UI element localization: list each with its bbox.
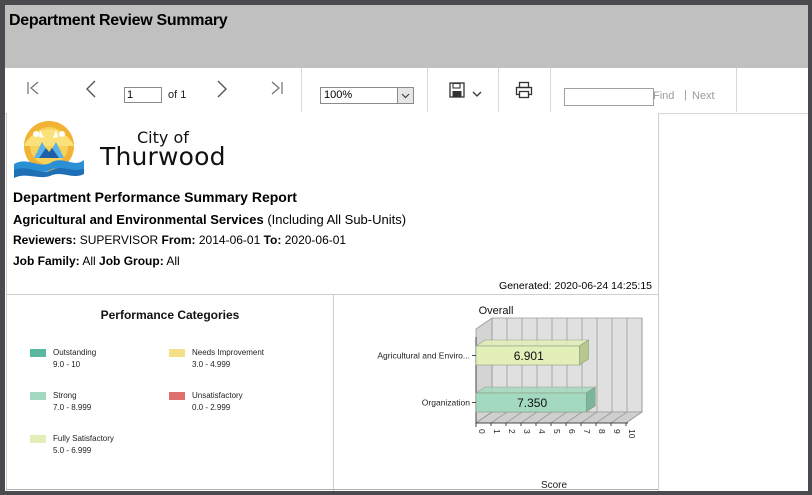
last-page-button[interactable] xyxy=(270,80,284,96)
job-group-label: Job Group: xyxy=(99,254,164,268)
overall-chart: Overall 6.901 Agricultural and Enviro... 7.… xyxy=(334,295,658,491)
chart-tick-label: 8 xyxy=(597,429,607,434)
toolbar-separator xyxy=(736,68,737,112)
chart-tick-label: 10 xyxy=(627,429,637,439)
job-filter-line: Job Family: All Job Group: All xyxy=(13,254,180,268)
find-separator: | xyxy=(684,89,687,101)
department-suffix: (Including All Sub-Units) xyxy=(267,212,407,227)
page-count-label: of 1 xyxy=(168,89,187,101)
from-label: From: xyxy=(161,233,196,247)
legend-label: Fully Satisfactory xyxy=(53,434,114,443)
chart-category-label: Organization xyxy=(422,398,470,408)
report-title: Department Performance Summary Report xyxy=(13,189,297,205)
legend-label: Strong xyxy=(53,391,77,400)
chart-tick-label: 9 xyxy=(612,429,622,434)
previous-page-button[interactable] xyxy=(85,80,97,98)
page-number-input[interactable] xyxy=(124,87,162,103)
chart-tick-label: 3 xyxy=(522,429,532,434)
print-button[interactable] xyxy=(515,81,533,99)
legend-swatch xyxy=(30,349,46,357)
legend-range: 3.0 - 4.999 xyxy=(192,360,231,369)
legend-range: 7.0 - 8.999 xyxy=(53,403,92,412)
report-toolbar: of 1 100% xyxy=(5,68,808,114)
department-name: Agricultural and Environmental Services xyxy=(13,212,264,227)
legend-swatch xyxy=(30,392,46,400)
first-page-icon xyxy=(26,80,40,96)
job-group-value: All xyxy=(166,254,180,268)
legend-label: Outstanding xyxy=(53,348,97,357)
zoom-value: 100% xyxy=(324,89,353,101)
chart-data-label: 7.350 xyxy=(517,396,547,410)
chart-tick-label: 0 xyxy=(477,429,487,434)
last-page-icon xyxy=(270,80,284,96)
export-dropdown-button[interactable] xyxy=(472,90,482,98)
toolbar-separator xyxy=(550,68,551,112)
reviewers-label: Reviewers: xyxy=(13,233,77,247)
chart-tick-label: 7 xyxy=(582,429,592,434)
categories-title: Performance Categories xyxy=(100,308,240,322)
chart-x-axis-label: Score xyxy=(541,480,568,489)
toolbar-separator xyxy=(427,68,428,112)
job-family-label: Job Family: xyxy=(13,254,80,268)
chart-tick-label: 2 xyxy=(507,429,517,434)
chart-tick-label: 4 xyxy=(537,429,547,434)
generated-timestamp: Generated: 2020-06-24 14:25:15 xyxy=(499,280,652,292)
legend-swatch xyxy=(169,392,185,400)
legend-range: 9.0 - 10 xyxy=(53,360,81,369)
print-icon xyxy=(515,81,533,99)
export-button[interactable] xyxy=(449,82,465,98)
chart-bar-top xyxy=(475,339,590,347)
legend-label: Unsatisfactory xyxy=(192,391,243,400)
legend-range: 0.0 - 2.999 xyxy=(192,403,231,412)
chart-tick-label: 1 xyxy=(492,429,502,434)
job-family-value: All xyxy=(82,254,96,268)
reviewers-value: SUPERVISOR xyxy=(79,233,159,247)
find-button[interactable]: Find xyxy=(653,90,674,102)
reviewers-line: Reviewers: SUPERVISOR From: 2014-06-01 T… xyxy=(13,233,346,247)
chart-tick-label: 6 xyxy=(567,429,577,434)
to-value: 2020-06-01 xyxy=(284,233,347,247)
to-label: To: xyxy=(263,233,282,247)
toolbar-separator xyxy=(301,68,302,112)
next-page-button[interactable] xyxy=(216,80,228,98)
legend-swatch xyxy=(30,435,46,443)
city-logo xyxy=(12,120,84,183)
report-viewer-window: Department Review Summary of 1 100% xyxy=(5,5,808,491)
next-page-icon xyxy=(216,80,228,98)
zoom-select[interactable]: 100% xyxy=(320,87,414,104)
toolbar-separator xyxy=(498,68,499,112)
save-icon xyxy=(449,82,465,98)
city-name-text: Thurwood xyxy=(100,142,226,171)
legend-label: Needs Improvement xyxy=(192,348,265,357)
title-bar: Department Review Summary xyxy=(5,5,808,68)
legend-swatch xyxy=(169,349,185,357)
chart-bar-top xyxy=(475,386,597,394)
chart-title: Overall xyxy=(479,305,514,317)
previous-page-icon xyxy=(85,80,97,98)
chevron-down-icon xyxy=(472,90,482,98)
chart-tick-label: 5 xyxy=(552,429,562,434)
first-page-button[interactable] xyxy=(26,80,40,96)
chart-data-label: 6.901 xyxy=(514,349,544,363)
from-value: 2014-06-01 xyxy=(198,233,261,247)
section-divider xyxy=(7,489,658,490)
find-next-button[interactable]: Next xyxy=(692,90,715,102)
find-input[interactable] xyxy=(564,88,654,106)
report-page: City of Thurwood Department Performance … xyxy=(6,113,659,491)
chevron-down-icon xyxy=(397,88,413,103)
window-title: Department Review Summary xyxy=(9,12,228,29)
chart-category-label: Agricultural and Enviro... xyxy=(377,351,470,361)
legend-range: 5.0 - 6.999 xyxy=(53,446,92,455)
department-line: Agricultural and Environmental Services … xyxy=(13,212,406,227)
